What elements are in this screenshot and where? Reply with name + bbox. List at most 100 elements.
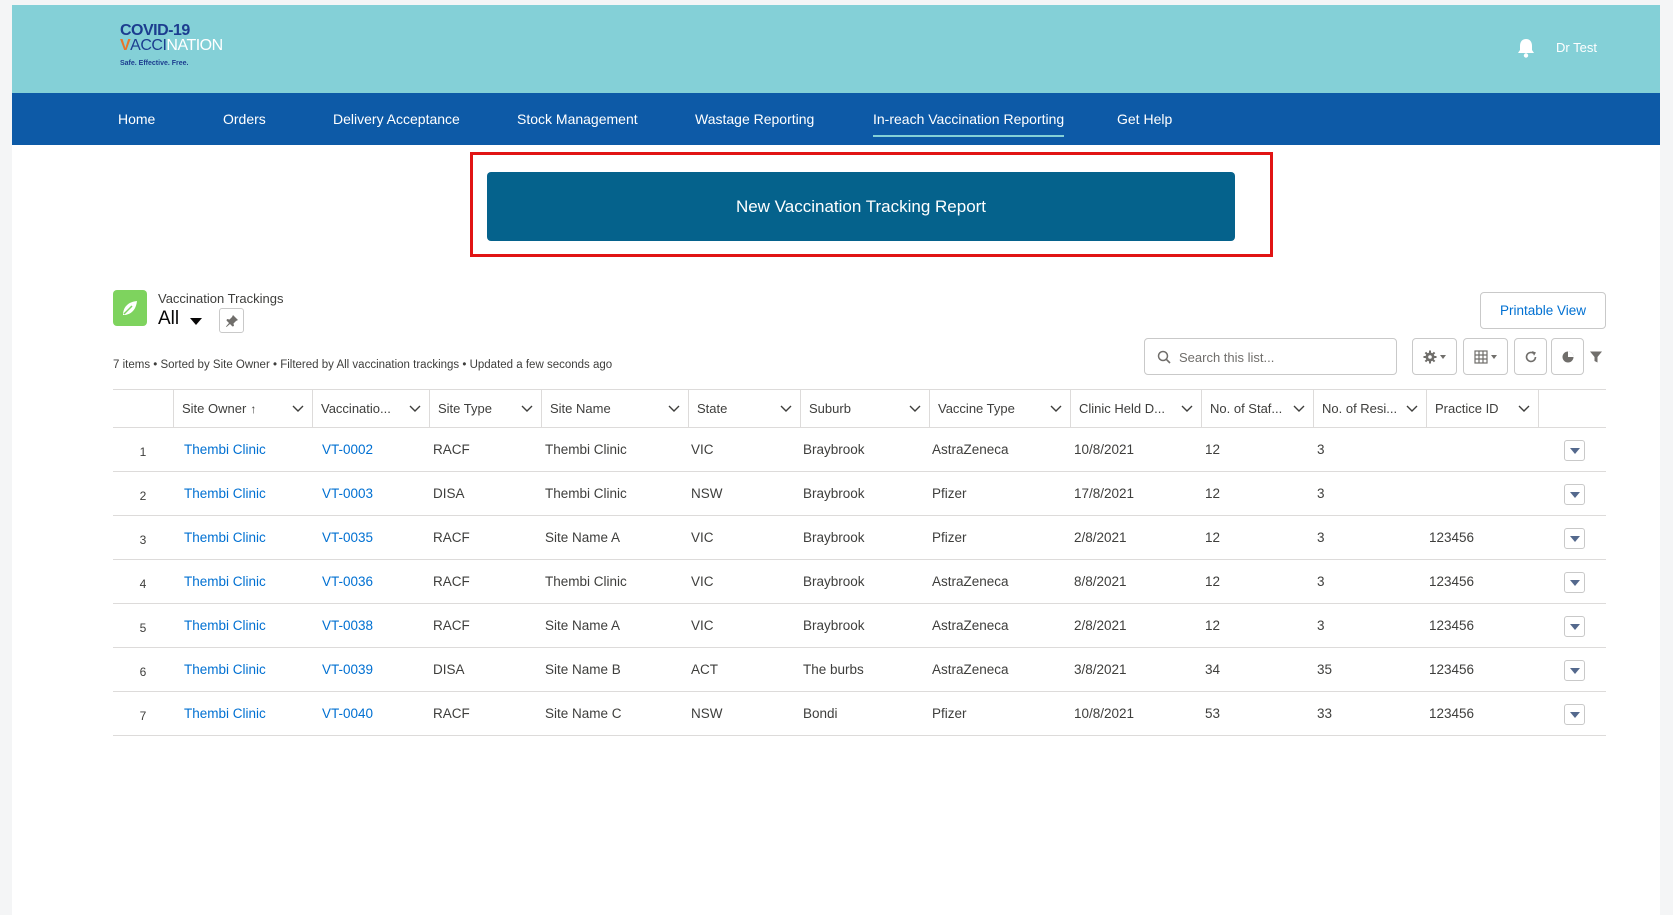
list-view-selector[interactable]: All	[158, 308, 179, 330]
vaccination-tracking-link[interactable]: VT-0003	[322, 472, 373, 516]
site-name-cell: Site Name C	[545, 706, 622, 721]
row-action-menu-button[interactable]	[1564, 572, 1585, 593]
chevron-down-icon	[1406, 405, 1418, 412]
site-owner-link[interactable]: Thembi Clinic	[184, 560, 266, 604]
column-header-state[interactable]: State	[688, 390, 800, 428]
column-header-vaccination-tracking[interactable]: Vaccinatio...	[312, 390, 429, 428]
row-action-menu-button[interactable]	[1564, 704, 1585, 725]
site-owner-link[interactable]: Thembi Clinic	[184, 516, 266, 560]
vaccination-tracking-link[interactable]: VT-0002	[322, 428, 373, 472]
state-cell: NSW	[691, 706, 723, 721]
suburb-cell: Bondi	[803, 706, 838, 721]
column-header-vaccine-type[interactable]: Vaccine Type	[929, 390, 1070, 428]
column-header-no-of-residents[interactable]: No. of Resi...	[1313, 390, 1426, 428]
pin-list-view-button[interactable]	[219, 308, 244, 333]
nav-item-get-help[interactable]: Get Help	[1117, 93, 1172, 145]
column-header-site-owner[interactable]: Site Owner ↑	[173, 390, 312, 428]
filter-icon	[1590, 351, 1602, 362]
vaccination-tracking-link[interactable]: VT-0036	[322, 560, 373, 604]
new-vaccination-tracking-report-button[interactable]: New Vaccination Tracking Report	[487, 172, 1235, 241]
vaccination-tracking-link[interactable]: VT-0039	[322, 648, 373, 692]
row-number: 1	[139, 445, 147, 459]
state-cell: VIC	[691, 618, 714, 633]
vaccine-type-cell: Pfizer	[932, 486, 967, 501]
site-owner-link[interactable]: Thembi Clinic	[184, 428, 266, 472]
row-number: 5	[139, 621, 147, 635]
site-name-cell: Thembi Clinic	[545, 574, 627, 589]
site-name-cell: Thembi Clinic	[545, 486, 627, 501]
site-owner-link[interactable]: Thembi Clinic	[184, 648, 266, 692]
no-of-residents-cell: 3	[1317, 574, 1325, 589]
search-input[interactable]	[1179, 347, 1389, 367]
row-number: 3	[139, 533, 147, 547]
chevron-down-icon	[1293, 405, 1305, 412]
bell-icon[interactable]	[1515, 37, 1537, 59]
row-action-menu-button[interactable]	[1564, 528, 1585, 549]
column-header-clinic-held-date[interactable]: Clinic Held D...	[1070, 390, 1201, 428]
list-object-name: Vaccination Trackings	[158, 291, 284, 306]
chevron-down-icon[interactable]	[190, 318, 202, 325]
suburb-cell: Braybrook	[803, 618, 865, 633]
clinic-held-date-cell: 2/8/2021	[1074, 530, 1127, 545]
no-of-staff-cell: 12	[1205, 442, 1221, 457]
chevron-down-icon	[1181, 405, 1193, 412]
printable-view-button[interactable]: Printable View	[1480, 292, 1606, 329]
row-action-menu-button[interactable]	[1564, 660, 1585, 681]
covid-vaccination-logo[interactable]: COVID-19 VACCINATION Safe. Effective. Fr…	[120, 23, 260, 73]
main-nav: Home Orders Delivery Acceptance Stock Ma…	[12, 93, 1660, 145]
row-action-menu-button[interactable]	[1564, 484, 1585, 505]
practice-id-cell: 123456	[1429, 574, 1475, 589]
nav-item-wastage-reporting[interactable]: Wastage Reporting	[695, 93, 814, 145]
state-cell: NSW	[691, 486, 723, 501]
row-action-menu-button[interactable]	[1564, 440, 1585, 461]
column-header-site-name[interactable]: Site Name	[541, 390, 688, 428]
table-row: 5 Thembi Clinic VT-0038 RACF Site Name A…	[113, 604, 1606, 648]
charts-button[interactable]	[1551, 338, 1584, 375]
vaccination-tracking-link[interactable]: VT-0040	[322, 692, 373, 736]
vaccination-tracking-link[interactable]: VT-0038	[322, 604, 373, 648]
table-row: 4 Thembi Clinic VT-0036 RACF Thembi Clin…	[113, 560, 1606, 604]
nav-item-inreach-vaccination-reporting[interactable]: In-reach Vaccination Reporting	[873, 93, 1065, 145]
pie-chart-icon	[1562, 351, 1573, 362]
clinic-held-date-cell: 8/8/2021	[1074, 574, 1127, 589]
site-owner-link[interactable]: Thembi Clinic	[184, 472, 266, 516]
gear-icon	[1423, 350, 1437, 363]
table-row: 6 Thembi Clinic VT-0039 DISA Site Name B…	[113, 648, 1606, 692]
table-view-icon	[1474, 349, 1488, 364]
site-owner-link[interactable]: Thembi Clinic	[184, 604, 266, 648]
vaccination-tracking-link[interactable]: VT-0035	[322, 516, 373, 560]
table-row: 2 Thembi Clinic VT-0003 DISA Thembi Clin…	[113, 472, 1606, 516]
display-as-button[interactable]	[1463, 338, 1508, 375]
site-owner-link[interactable]: Thembi Clinic	[184, 692, 266, 736]
app-window: COVID-19 VACCINATION Safe. Effective. Fr…	[12, 5, 1660, 915]
column-header-site-type[interactable]: Site Type	[429, 390, 541, 428]
pin-icon	[225, 314, 238, 327]
no-of-staff-cell: 12	[1205, 618, 1221, 633]
nav-item-home[interactable]: Home	[118, 93, 155, 145]
list-settings-button[interactable]	[1412, 338, 1457, 375]
site-type-cell: RACF	[433, 706, 470, 721]
chevron-down-icon	[1569, 667, 1580, 674]
row-actions-header	[1538, 390, 1606, 428]
refresh-button[interactable]	[1514, 338, 1547, 375]
column-header-no-of-staff[interactable]: No. of Staf...	[1201, 390, 1313, 428]
user-name[interactable]: Dr Test	[1556, 40, 1597, 55]
filter-button[interactable]	[1586, 338, 1606, 375]
logo-line-2: VACCINATION	[120, 37, 223, 54]
search-list-box[interactable]	[1144, 338, 1397, 375]
nav-item-delivery-acceptance[interactable]: Delivery Acceptance	[333, 93, 460, 145]
leaf-icon	[113, 290, 147, 326]
no-of-staff-cell: 12	[1205, 486, 1221, 501]
nav-item-stock-management[interactable]: Stock Management	[517, 93, 638, 145]
no-of-staff-cell: 34	[1205, 662, 1221, 677]
state-cell: ACT	[691, 662, 718, 677]
clinic-held-date-cell: 2/8/2021	[1074, 618, 1127, 633]
chevron-down-icon	[1569, 535, 1580, 542]
row-action-menu-button[interactable]	[1564, 616, 1585, 637]
column-header-suburb[interactable]: Suburb	[800, 390, 929, 428]
no-of-staff-cell: 12	[1205, 574, 1221, 589]
no-of-residents-cell: 35	[1317, 662, 1333, 677]
column-header-practice-id[interactable]: Practice ID	[1426, 390, 1538, 428]
search-icon	[1157, 350, 1171, 364]
nav-item-orders[interactable]: Orders	[223, 93, 266, 145]
